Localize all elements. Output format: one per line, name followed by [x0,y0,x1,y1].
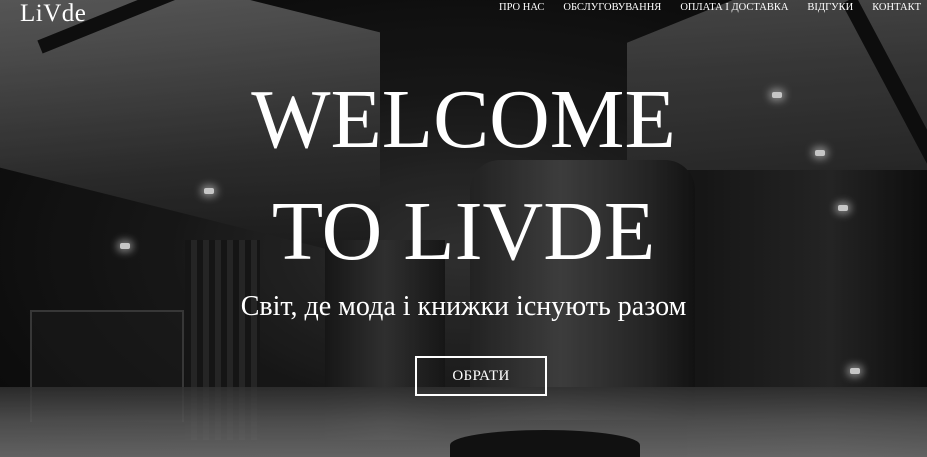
main-nav: ПРО НАС ОБСЛУГОВУВАННЯ ОПЛАТА І ДОСТАВКА… [499,2,921,14]
nav-link-payment-delivery[interactable]: ОПЛАТА І ДОСТАВКА [680,2,788,14]
nav-link-reviews[interactable]: ВІДГУКИ [807,2,853,14]
hero-subtitle: Світ, де мода і книжки існують разом [240,291,687,322]
site-logo[interactable]: LiVde [20,0,86,29]
nav-link-service[interactable]: ОБСЛУГОВУВАННЯ [563,2,661,14]
choose-button[interactable]: ОБРАТИ [415,356,547,396]
hero-title-line-1: WELCOME [251,73,676,166]
nav-link-about[interactable]: ПРО НАС [499,2,544,14]
hero-title-line-2: TO LIVDE [271,185,656,278]
nav-link-contact[interactable]: КОНТАКТ [872,2,921,14]
